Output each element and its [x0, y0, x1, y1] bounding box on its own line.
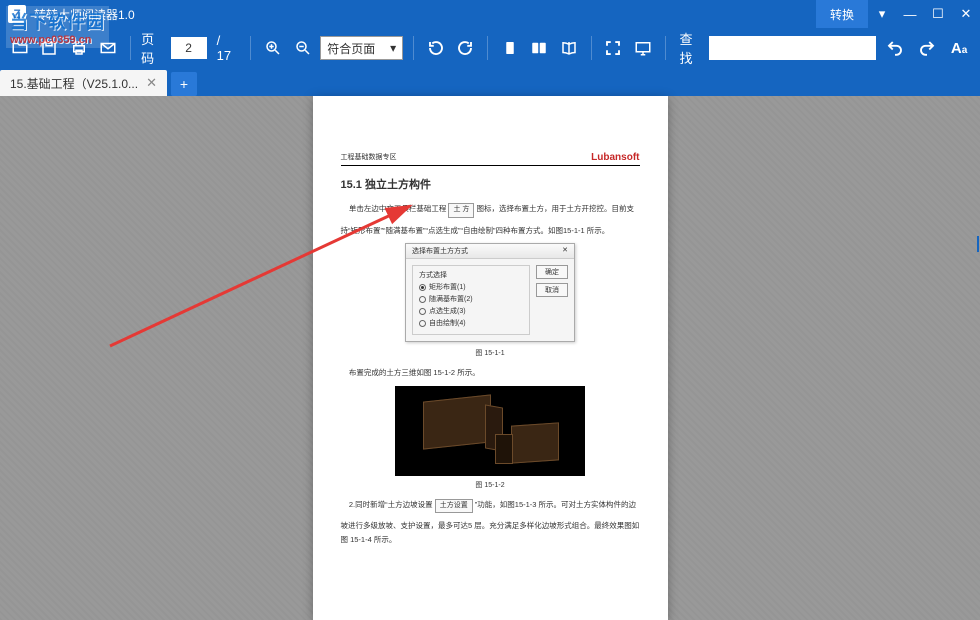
text: 2.同时新增“土方边坡设置	[349, 500, 433, 509]
dialog-cancel-button: 取消	[536, 283, 568, 297]
main-toolbar: 页码 / 17 符合页面 ▾ 查找 Aa	[0, 28, 980, 68]
redo-icon[interactable]	[914, 35, 940, 61]
convert-button[interactable]: 转换	[816, 0, 868, 28]
page-total: / 17	[217, 33, 237, 63]
zoom-in-icon[interactable]	[261, 35, 285, 61]
text: 图标，选择布置土方，用于土方开挖控。目前支	[476, 204, 634, 213]
open-file-icon[interactable]	[8, 35, 32, 61]
figure-3d	[395, 386, 585, 476]
tab-label: 15.基础工程（V25.1.0...	[10, 75, 138, 92]
fieldset-title: 方式选择	[419, 270, 523, 280]
figure-label: 图 15-1-1	[341, 348, 640, 358]
undo-icon[interactable]	[882, 35, 908, 61]
radio-label: 随满基布置(2)	[429, 294, 473, 304]
dialog-title: 选择布置土方方式	[412, 246, 468, 256]
book-view-icon[interactable]	[557, 35, 581, 61]
new-tab-button[interactable]: +	[171, 72, 197, 96]
email-icon[interactable]	[97, 35, 121, 61]
radio-icon	[419, 308, 426, 315]
rotate-left-icon[interactable]	[424, 35, 448, 61]
radio-label: 矩形布置(1)	[429, 282, 466, 292]
document-viewport[interactable]: 工程基础数据专区 Lubansoft 15.1 独立土方构件 单击左边中文工具栏…	[0, 96, 980, 620]
zoom-mode-label: 符合页面	[327, 40, 375, 57]
two-page-icon[interactable]	[528, 35, 552, 61]
doc-header-left: 工程基础数据专区	[341, 152, 397, 163]
app-title: 转转大师阅读器1.0	[34, 6, 135, 23]
close-button[interactable]: ✕	[952, 0, 980, 28]
radio-icon	[419, 296, 426, 303]
search-input[interactable]	[709, 36, 876, 60]
maximize-button[interactable]: ☐	[924, 0, 952, 28]
document-tab[interactable]: 15.基础工程（V25.1.0... ✕	[0, 70, 167, 96]
tab-close-icon[interactable]: ✕	[146, 75, 157, 91]
figure-label: 图 15-1-2	[341, 480, 640, 490]
doc-paragraph: 布置完成的土方三维如图 15-1-2 所示。	[341, 366, 640, 380]
page-content: 工程基础数据专区 Lubansoft 15.1 独立土方构件 单击左边中文工具栏…	[313, 96, 668, 620]
save-icon[interactable]	[38, 35, 62, 61]
scrollbar-thumb[interactable]	[977, 236, 979, 252]
doc-paragraph: 单击左边中文工具栏基础工程 土 方 图标，选择布置土方，用于土方开挖控。目前支	[341, 202, 640, 218]
text-tool-icon[interactable]: Aa	[946, 35, 972, 61]
print-icon[interactable]	[67, 35, 91, 61]
zoom-out-icon[interactable]	[291, 35, 315, 61]
inline-toolbar-icon: 土 方	[448, 203, 474, 218]
doc-paragraph: 2.同时新增“土方边坡设置 土方设置 ”功能，如图15-1-3 所示。可对土方实…	[341, 498, 640, 514]
app-logo: Z	[8, 5, 26, 23]
single-page-icon[interactable]	[498, 35, 522, 61]
inline-toolbar-icon: 土方设置	[435, 499, 473, 514]
radio-label: 自由绘制(4)	[429, 318, 466, 328]
minimize-button[interactable]: —	[896, 0, 924, 28]
page-label: 页码	[141, 29, 165, 67]
page-number-input[interactable]	[171, 37, 207, 59]
chevron-down-icon: ▾	[390, 41, 396, 55]
text: 布置完成的土方三维如图 15-1-2 所示。	[349, 368, 480, 377]
text: ”功能，如图15-1-3 所示。可对土方实体构件的边	[475, 500, 636, 509]
search-label: 查找	[680, 29, 704, 67]
dialog-close-icon: ✕	[562, 246, 568, 256]
doc-brand: Lubansoft	[591, 152, 639, 163]
embedded-dialog-figure: 选择布置土方方式✕ 方式选择 矩形布置(1) 随满基布置(2) 点选生成(3) …	[405, 243, 575, 342]
titlebar: Z 转转大师阅读器1.0 转换 ▾ — ☐ ✕	[0, 0, 980, 28]
text: 单击左边中文工具栏基础工程	[349, 204, 447, 213]
radio-label: 点选生成(3)	[429, 306, 466, 316]
fullscreen-icon[interactable]	[602, 35, 626, 61]
radio-icon	[419, 320, 426, 327]
menu-dropdown-icon[interactable]: ▾	[868, 0, 896, 28]
presentation-icon[interactable]	[631, 35, 655, 61]
radio-icon	[419, 284, 426, 291]
dialog-ok-button: 确定	[536, 265, 568, 279]
zoom-mode-select[interactable]: 符合页面 ▾	[320, 36, 403, 60]
tabbar: 15.基础工程（V25.1.0... ✕ +	[0, 68, 980, 96]
rotate-right-icon[interactable]	[454, 35, 478, 61]
doc-paragraph: 坡进行多级放坡、支护设置，最多可达5 层。充分满足多样化边坡形式组合。最终效果图…	[341, 519, 640, 546]
doc-heading: 15.1 独立土方构件	[341, 176, 640, 192]
doc-paragraph: 持“矩形布置”“随满基布置”“点选生成”“自由绘制”四种布置方式。如图15-1-…	[341, 224, 640, 238]
